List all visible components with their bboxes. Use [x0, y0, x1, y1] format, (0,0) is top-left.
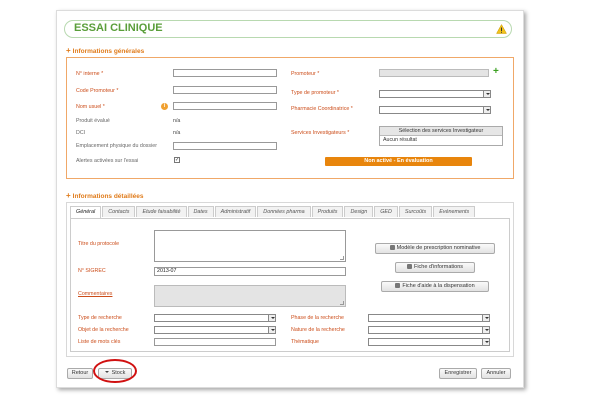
promoteur-label: Promoteur * — [291, 71, 320, 77]
phase-recherche-label: Phase de la recherche — [291, 315, 345, 321]
add-promoteur-icon[interactable]: + — [493, 67, 499, 77]
status-badge: Non activé - En évaluation — [325, 157, 472, 166]
mots-cles-input[interactable] — [154, 338, 276, 346]
document-icon — [406, 264, 412, 269]
tab-surcouts[interactable]: Surcoûts — [398, 206, 433, 217]
code-promoteur-input[interactable] — [173, 86, 277, 94]
thematique-select[interactable] — [368, 338, 490, 346]
tab-etude-faisabilite[interactable]: Etude faisabilité — [136, 206, 187, 217]
dropdown-arrow-icon — [268, 315, 275, 321]
type-recherche-label: Type de recherche — [78, 315, 122, 321]
emplacement-label: Emplacement physique du dossier — [76, 143, 157, 149]
document-icon — [395, 283, 401, 288]
dropdown-arrow-icon — [483, 107, 490, 113]
titre-protocole-label: Titre du protocole — [78, 241, 120, 247]
tab-design[interactable]: Design — [344, 206, 374, 217]
nature-recherche-select[interactable] — [368, 326, 490, 334]
fiche-informations-button[interactable]: Fiche d'informations — [395, 262, 475, 273]
document-icon — [389, 245, 395, 250]
modele-prescription-button[interactable]: Modèle de prescription nominative — [375, 243, 495, 254]
promoteur-input[interactable] — [379, 69, 489, 77]
detailed-section-heading: + Informations détaillées — [66, 191, 144, 200]
tab-ged[interactable]: GED — [374, 206, 398, 217]
tab-bar: Général Contacts Etude faisabilité Dates… — [70, 206, 476, 218]
resize-grip-icon[interactable] — [340, 301, 344, 305]
dci-value: n/a — [173, 130, 181, 136]
expand-plus-icon[interactable]: + — [66, 46, 71, 55]
tab-donnees-pharma[interactable]: Données pharma — [257, 206, 311, 217]
sigrec-input[interactable]: 2013-07 — [154, 267, 346, 276]
sigrec-label: N° SIGREC — [78, 268, 106, 274]
phase-recherche-select[interactable] — [368, 314, 490, 322]
type-promoteur-label: Type de promoteur * — [291, 90, 339, 96]
produit-evalue-label: Produit évalué — [76, 118, 110, 124]
objet-recherche-select[interactable] — [154, 326, 276, 334]
fiche-aide-dispensation-button[interactable]: Fiche d'aide à la dispensation — [381, 281, 489, 292]
services-label: Services Investigateurs * — [291, 130, 350, 136]
warning-icon[interactable] — [496, 24, 507, 34]
titre-protocole-textarea[interactable] — [154, 230, 346, 262]
commentaires-link[interactable]: Commentaires — [78, 291, 112, 297]
tab-produits[interactable]: Produits — [311, 206, 344, 217]
emplacement-input[interactable] — [173, 142, 277, 150]
info-icon[interactable]: i — [161, 103, 168, 110]
services-table-row: Aucun résultat — [383, 137, 417, 143]
dropdown-arrow-icon — [268, 327, 275, 333]
general-section-heading: + Informations générales — [66, 46, 145, 55]
nature-recherche-label: Nature de la recherche — [291, 327, 345, 333]
code-promoteur-label: Code Promoteur * — [76, 88, 119, 94]
tab-evenements[interactable]: Evénements — [433, 206, 476, 217]
num-interne-input[interactable] — [173, 69, 277, 77]
services-table-header: Sélection des services Investigateur — [380, 127, 502, 136]
type-recherche-select[interactable] — [154, 314, 276, 322]
dropdown-arrow-icon — [482, 315, 489, 321]
services-table: Sélection des services Investigateur Auc… — [379, 126, 503, 146]
nom-usuel-input[interactable] — [173, 102, 277, 110]
highlight-circle — [93, 359, 137, 383]
alertes-checkbox[interactable]: ✓ — [174, 157, 180, 163]
dropdown-arrow-icon — [483, 91, 490, 97]
produit-evalue-value: n/a — [173, 118, 181, 124]
mots-cles-label: Liste de mots clés — [78, 339, 121, 345]
tab-administratif[interactable]: Administratif — [214, 206, 257, 217]
page-title: ESSAI CLINIQUE — [74, 22, 163, 34]
objet-recherche-label: Objet de la recherche — [78, 327, 129, 333]
tab-dates[interactable]: Dates — [187, 206, 214, 217]
dropdown-arrow-icon — [482, 339, 489, 345]
resize-grip-icon[interactable] — [340, 256, 344, 260]
type-promoteur-select[interactable] — [379, 90, 491, 98]
alertes-label: Alertes activées sur l'essai — [76, 158, 139, 164]
commentaires-textarea[interactable] — [154, 285, 346, 307]
tab-contacts[interactable]: Contacts — [102, 206, 136, 217]
tab-general[interactable]: Général — [70, 206, 102, 218]
pharmacie-label: Pharmacie Coordinatrice * — [291, 106, 353, 112]
nom-usuel-label: Nom usuel * — [76, 104, 105, 110]
num-interne-label: N° interne * — [76, 71, 104, 77]
thematique-label: Thématique — [291, 339, 319, 345]
enregistrer-button[interactable]: Enregistrer — [439, 368, 477, 379]
dci-label: DCI — [76, 130, 86, 136]
expand-plus-icon[interactable]: + — [66, 191, 71, 200]
retour-button[interactable]: Retour — [67, 368, 93, 379]
annuler-button[interactable]: Annuler — [481, 368, 511, 379]
dropdown-arrow-icon — [482, 327, 489, 333]
pharmacie-select[interactable] — [379, 106, 491, 114]
